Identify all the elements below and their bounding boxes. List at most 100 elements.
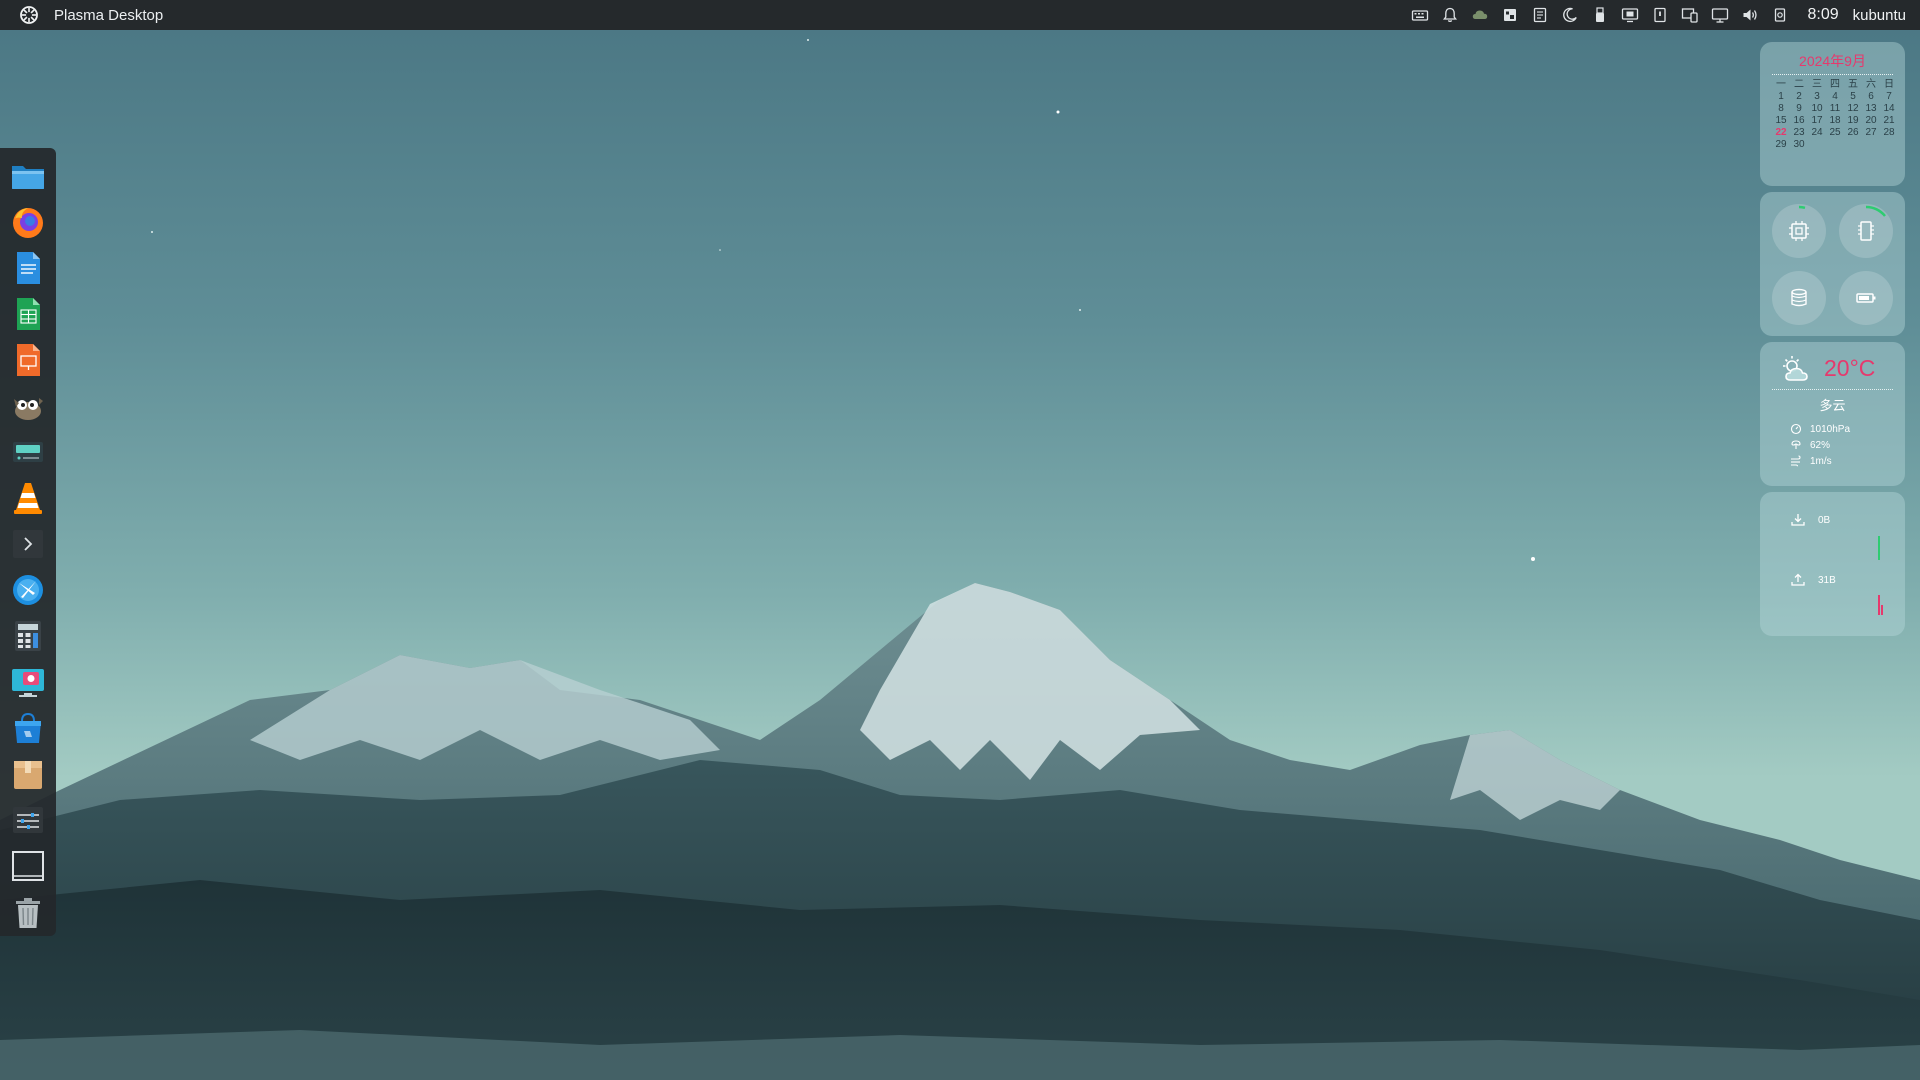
disk-gauge[interactable] <box>1772 271 1826 325</box>
dock-item-calculator[interactable] <box>6 614 50 658</box>
tray-volume[interactable] <box>1735 0 1765 30</box>
download-icon <box>1791 514 1805 526</box>
tray-power[interactable] <box>1765 0 1795 30</box>
calendar-day[interactable]: 6 <box>1862 91 1880 103</box>
dock-item-browser[interactable] <box>6 568 50 612</box>
dock-item-archive[interactable] <box>6 752 50 796</box>
kde-launcher-icon <box>20 6 38 24</box>
calendar-day[interactable]: 16 <box>1790 115 1808 127</box>
calendar-day[interactable]: 23 <box>1790 127 1808 139</box>
calendar-grid: 一二三四五六日 1 2 3 4 5 6 7 8 9 10 11 12 13 14 15 16 17 18 19 20 21… <box>1772 79 1905 151</box>
user-switcher[interactable]: kubuntu <box>1853 7 1906 24</box>
impress-icon <box>17 344 40 376</box>
dock-item-writer[interactable] <box>6 246 50 290</box>
calendar-day[interactable]: 29 <box>1772 139 1790 151</box>
calendar-divider <box>1772 74 1893 75</box>
battery-gauge[interactable] <box>1839 271 1893 325</box>
calendar-weekday: 四 <box>1830 79 1840 90</box>
calendar-day[interactable]: 26 <box>1844 127 1862 139</box>
network-speed-widget[interactable]: 0B 31B <box>1760 492 1905 636</box>
calendar-day[interactable]: 15 <box>1772 115 1790 127</box>
calendar-day[interactable]: 4 <box>1826 91 1844 103</box>
network-icon <box>1712 8 1729 23</box>
calendar-day[interactable]: 13 <box>1862 103 1880 115</box>
calendar-widget[interactable]: 2024年9月 一二三四五六日 1 2 3 4 5 6 7 8 9 10 11 12 13 14 15 16 17… <box>1760 42 1905 186</box>
calendar-day[interactable]: 2 <box>1790 91 1808 103</box>
calendar-day[interactable]: 22 <box>1772 127 1790 139</box>
calendar-day[interactable]: 24 <box>1808 127 1826 139</box>
memory-gauge[interactable] <box>1839 204 1893 258</box>
weather-widget[interactable]: 20°C 多云 1010hPa 62% 1m/s <box>1760 342 1905 486</box>
calendar-day[interactable]: 17 <box>1808 115 1826 127</box>
digital-clock[interactable]: 8:09 <box>1807 6 1838 24</box>
battery-level-icon <box>1856 293 1876 303</box>
cpu-icon <box>1789 221 1809 241</box>
calendar-day[interactable]: 8 <box>1772 103 1790 115</box>
file-manager-icon <box>12 166 44 189</box>
cpu-gauge[interactable] <box>1772 204 1826 258</box>
clipboard-icon <box>1504 9 1517 21</box>
calendar-day[interactable]: 5 <box>1844 91 1862 103</box>
settings-icon <box>13 807 43 833</box>
tray-document[interactable] <box>1525 0 1555 30</box>
dock-item-storage[interactable] <box>6 430 50 474</box>
tray-notifications[interactable] <box>1435 0 1465 30</box>
battery-icon <box>1654 7 1667 23</box>
calendar-day[interactable]: 18 <box>1826 115 1844 127</box>
upload-graph-bar <box>1878 595 1880 615</box>
calendar-day[interactable]: 19 <box>1844 115 1862 127</box>
calendar-day[interactable]: 21 <box>1880 115 1898 127</box>
calendar-day[interactable]: 10 <box>1808 103 1826 115</box>
writer-icon <box>17 252 40 284</box>
dock-item-software-store[interactable] <box>6 706 50 750</box>
terminal-icon <box>13 530 43 558</box>
tray-display[interactable] <box>1615 0 1645 30</box>
tray-network[interactable] <box>1705 0 1735 30</box>
dock-item-trash[interactable] <box>6 890 50 934</box>
upload-row: 31B <box>1790 572 1836 588</box>
calendar-day[interactable]: 3 <box>1808 91 1826 103</box>
weather-wind: 1m/s <box>1810 455 1832 467</box>
browser-icon <box>13 575 43 605</box>
upload-graph-bar <box>1881 605 1883 615</box>
tray-night-color[interactable] <box>1555 0 1585 30</box>
weather-condition: 多云 <box>1819 398 1846 413</box>
disk-icon <box>1791 288 1807 307</box>
tray-usb-device[interactable] <box>1585 0 1615 30</box>
calendar-day[interactable]: 12 <box>1844 103 1862 115</box>
dock-item-show-desktop[interactable] <box>6 844 50 888</box>
tray-battery[interactable] <box>1645 0 1675 30</box>
calendar-day[interactable]: 1 <box>1772 91 1790 103</box>
calendar-weekday: 五 <box>1848 79 1858 90</box>
calendar-day[interactable]: 7 <box>1880 91 1898 103</box>
calendar-day[interactable]: 27 <box>1862 127 1880 139</box>
tray-keyboard[interactable] <box>1405 0 1435 30</box>
dock-item-terminal[interactable] <box>6 522 50 566</box>
application-launcher-button[interactable] <box>14 0 44 30</box>
keyboard-icon <box>1412 10 1429 21</box>
dock-item-gimp[interactable] <box>6 384 50 428</box>
humidity-icon <box>1791 440 1801 449</box>
calendar-day[interactable]: 30 <box>1790 139 1808 151</box>
calendar-day[interactable]: 25 <box>1826 127 1844 139</box>
tray-clipboard[interactable] <box>1495 0 1525 30</box>
calendar-day[interactable]: 9 <box>1790 103 1808 115</box>
dock-item-firefox[interactable] <box>6 200 50 244</box>
dock-item-calc[interactable] <box>6 292 50 336</box>
calendar-day[interactable]: 20 <box>1862 115 1880 127</box>
archive-icon <box>14 761 42 789</box>
calendar-day[interactable]: 28 <box>1880 127 1898 139</box>
system-monitor-widget[interactable] <box>1760 192 1905 336</box>
dock-item-file-manager[interactable] <box>6 154 50 198</box>
calendar-day[interactable]: 14 <box>1880 103 1898 115</box>
kde-connect-icon <box>1682 8 1699 23</box>
dock-item-vlc[interactable] <box>6 476 50 520</box>
dock-item-settings[interactable] <box>6 798 50 842</box>
system-tray: 8:09 kubuntu <box>1405 0 1920 30</box>
tray-kde-connect[interactable] <box>1675 0 1705 30</box>
partly-cloudy-icon <box>1783 356 1808 381</box>
tray-cloud-sync[interactable] <box>1465 0 1495 30</box>
dock-item-screenshot[interactable] <box>6 660 50 704</box>
calendar-day[interactable]: 11 <box>1826 103 1844 115</box>
dock-item-impress[interactable] <box>6 338 50 382</box>
